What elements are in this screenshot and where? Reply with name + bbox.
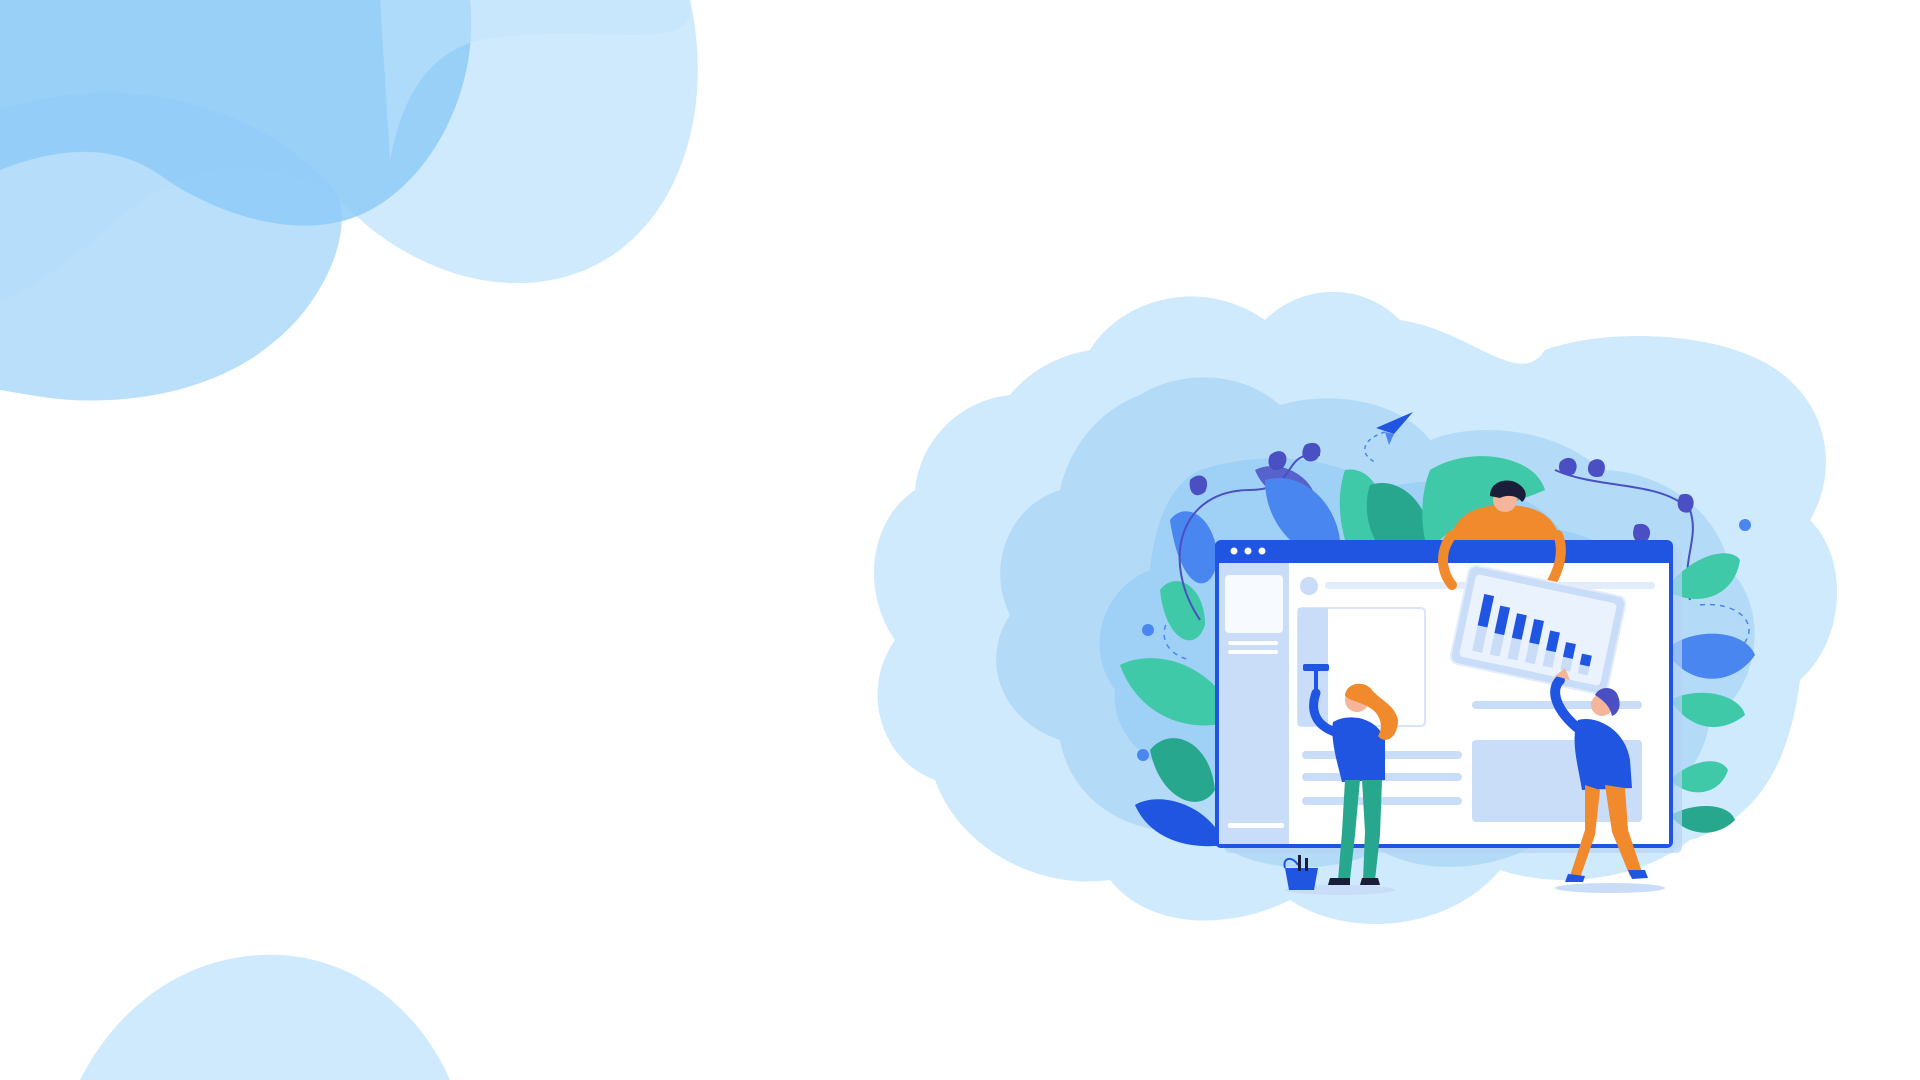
window-dot-icon bbox=[1244, 547, 1252, 555]
canvas bbox=[0, 0, 1920, 1080]
paint-bucket-brush bbox=[1298, 855, 1301, 871]
sidebar-line bbox=[1228, 823, 1284, 828]
leaf bbox=[1677, 493, 1694, 513]
content-avatar bbox=[1300, 577, 1318, 595]
paint-roller-icon bbox=[1303, 664, 1329, 671]
window-dot-icon bbox=[1230, 547, 1238, 555]
window-dot-icon bbox=[1258, 547, 1266, 555]
decor-dot bbox=[1137, 749, 1149, 761]
sidebar-line bbox=[1228, 650, 1278, 654]
person-left-shoe bbox=[1328, 878, 1350, 885]
content-text-line bbox=[1302, 797, 1462, 805]
decor-dot bbox=[1142, 624, 1154, 636]
leaf bbox=[1633, 523, 1651, 543]
paint-bucket-brush bbox=[1305, 858, 1308, 871]
person-right-shadow bbox=[1555, 883, 1665, 893]
decor-dot bbox=[1739, 519, 1751, 531]
leaf bbox=[1587, 459, 1605, 478]
sidebar-line bbox=[1228, 641, 1278, 645]
sidebar-avatar-box bbox=[1225, 575, 1283, 633]
person-left-shoe bbox=[1360, 878, 1380, 885]
leaf bbox=[1189, 475, 1208, 496]
paint-bucket-icon bbox=[1285, 868, 1318, 890]
website-team-illustration bbox=[873, 291, 1838, 924]
person-right-shoe bbox=[1628, 870, 1648, 879]
